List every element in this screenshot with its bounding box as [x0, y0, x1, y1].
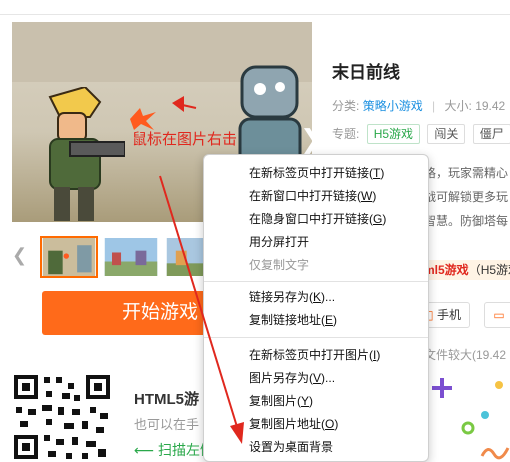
size-note: 文件较大(19.42	[424, 348, 507, 362]
thumbnail-image	[104, 238, 158, 276]
menu-separator	[204, 337, 428, 338]
comment-icon: ▭	[493, 308, 505, 322]
menu-item-label: 在隐身窗口中打开链接	[249, 212, 370, 226]
menu-item-accesskey: V	[313, 371, 322, 385]
menu-item-open-image-new-tab[interactable]: 在新标签页中打开图片(I)	[204, 344, 428, 367]
wave-decoration-icon	[480, 447, 510, 460]
topic-label: 专题:	[332, 127, 360, 141]
tag-level[interactable]: 闯关	[427, 124, 466, 144]
menu-item-open-split-screen[interactable]: 用分屏打开	[204, 231, 428, 254]
menu-item-label: 复制图片地址	[249, 417, 322, 431]
menu-item-label: 用分屏打开	[249, 235, 310, 249]
menu-item-ellipsis: ...	[325, 371, 336, 385]
menu-item-ellipsis: ...	[325, 290, 336, 304]
menu-item-copy-text-only: 仅复制文字	[204, 254, 428, 277]
menu-item-accesskey: Y	[301, 394, 310, 408]
html5-section-subtitle: 也可以在手	[134, 417, 200, 432]
menu-item-copy-image[interactable]: 复制图片(Y)	[204, 390, 428, 413]
note-rest: （H5游戏	[468, 263, 510, 277]
game-title: 末日前线	[332, 63, 400, 82]
menu-item-accesskey: W	[361, 189, 373, 203]
sparkle-icon	[432, 378, 452, 398]
menu-item-label: 设置为桌面背景	[249, 440, 334, 454]
mobile-play-label: 手机	[436, 308, 461, 322]
tag-h5[interactable]: H5游戏	[366, 124, 421, 144]
menu-item-accesskey: O	[325, 417, 335, 431]
menu-item-accesskey: T	[373, 166, 381, 180]
category-label: 分类:	[332, 99, 360, 113]
ring-decoration-icon	[461, 421, 475, 435]
menu-item-label: 在新标签页中打开图片	[249, 348, 370, 362]
size-label: 大小:	[444, 99, 472, 113]
dot-decoration-icon	[481, 411, 489, 419]
arrow-left-icon: ⟵	[134, 442, 155, 458]
menu-item-label: 复制图片	[249, 394, 298, 408]
menu-item-label: 仅复制文字	[249, 258, 310, 272]
muzzle-flash	[130, 108, 156, 130]
menu-item-copy-image-address[interactable]: 复制图片地址(O)	[204, 413, 428, 436]
menu-separator	[204, 281, 428, 282]
menu-item-label: 在新标签页中打开链接	[249, 166, 370, 180]
soldier-character	[48, 87, 125, 221]
html5-section-title: HTML5游	[134, 391, 199, 408]
menu-item-save-image-as[interactable]: 图片另存为(V)...	[204, 367, 428, 390]
menu-item-accesskey: K	[313, 290, 322, 304]
category-link[interactable]: 策略小游戏	[363, 99, 423, 113]
description-line: 战可解锁更多玩	[424, 190, 509, 204]
menu-item-set-as-wallpaper[interactable]: 设置为桌面背景	[204, 436, 428, 459]
dot-decoration-icon	[495, 381, 503, 389]
context-menu: 在新标签页中打开链接(T) 在新窗口中打开链接(W) 在隐身窗口中打开链接(G)…	[203, 154, 429, 462]
next-image-chevron-icon[interactable]: ❯	[300, 122, 312, 156]
menu-item-open-link-new-tab[interactable]: 在新标签页中打开链接(T)	[204, 162, 428, 185]
menu-item-open-link-incognito[interactable]: 在隐身窗口中打开链接(G)	[204, 208, 428, 231]
menu-item-accesskey: E	[325, 313, 334, 327]
thumbnail[interactable]	[40, 236, 98, 278]
thumbnail-image	[42, 238, 96, 276]
size-value: 19.42	[475, 99, 506, 113]
menu-item-label: 链接另存为	[249, 290, 310, 304]
top-divider	[0, 14, 510, 15]
menu-item-save-link-as[interactable]: 链接另存为(K)...	[204, 286, 428, 309]
comment-button[interactable]: ▭	[484, 302, 510, 328]
thumbs-prev-chevron-icon[interactable]: ❮	[12, 244, 30, 266]
tag-zombie[interactable]: 僵尸	[472, 124, 510, 144]
description-line: 格，玩家需精心	[424, 166, 509, 180]
menu-item-accesskey: G	[373, 212, 383, 226]
html5-note-bar: ml5游戏（H5游戏	[424, 260, 510, 280]
note-highlight: ml5游戏	[424, 263, 469, 277]
meta-row: 分类: 策略小游戏 | 大小: 19.42	[332, 97, 505, 114]
right-click-hint: 鼠标在图片右击	[132, 131, 238, 148]
qr-code	[12, 373, 112, 462]
menu-item-open-link-new-window[interactable]: 在新窗口中打开链接(W)	[204, 185, 428, 208]
menu-item-label: 图片另存为	[249, 371, 310, 385]
tags-row: 专题: H5游戏 闯关 僵尸	[332, 124, 510, 144]
thumbnail[interactable]	[102, 236, 160, 278]
scan-hint-link[interactable]: ⟵ 扫描左侧	[134, 440, 214, 460]
menu-item-copy-link-address[interactable]: 复制链接地址(E)	[204, 309, 428, 332]
menu-item-label: 在新窗口中打开链接	[249, 189, 358, 203]
description-line: 智慧。防御塔每	[424, 214, 509, 228]
meta-separator: |	[432, 99, 436, 113]
menu-item-accesskey: I	[373, 348, 377, 362]
menu-item-label: 复制链接地址	[249, 313, 322, 327]
